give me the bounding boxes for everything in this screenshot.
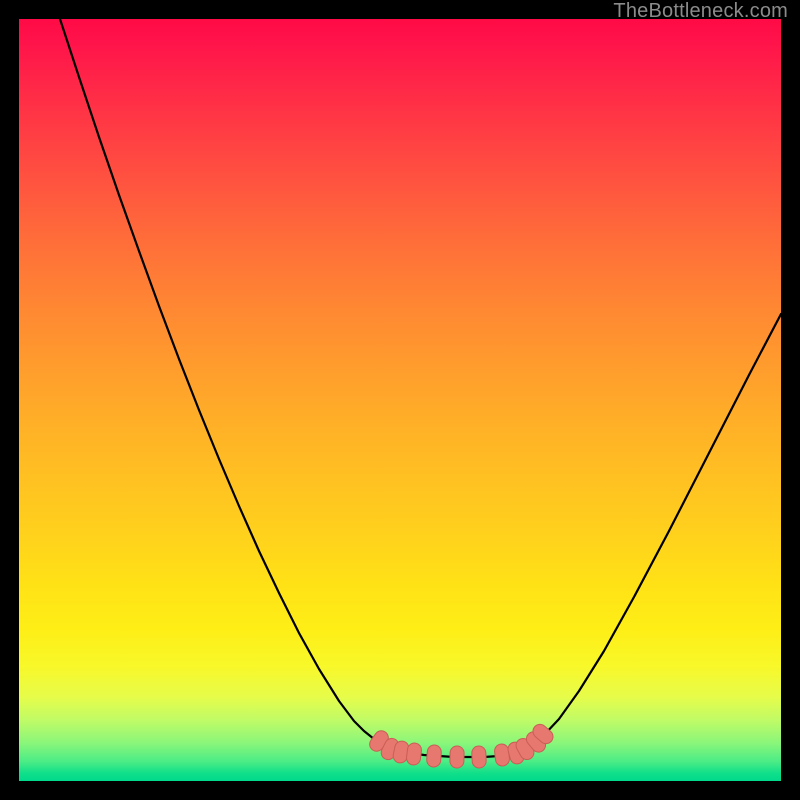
watermark-text: TheBottleneck.com bbox=[0, 0, 800, 23]
plot-area bbox=[19, 19, 781, 781]
outer-frame: TheBottleneck.com bbox=[0, 0, 800, 800]
